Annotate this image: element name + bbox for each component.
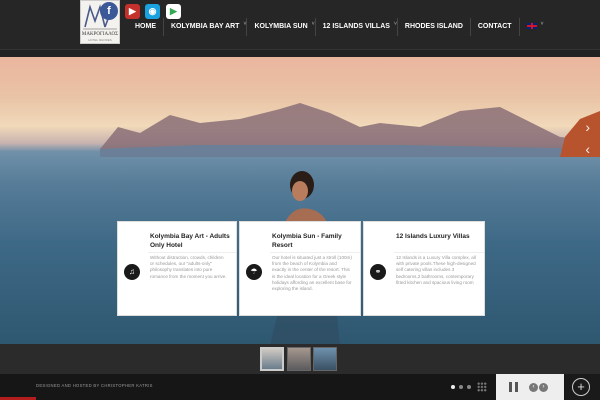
card-title[interactable]: Kolymbia Bay Art - Adults Only Hotel: [150, 232, 231, 250]
slider-prev-arrow[interactable]: ‹: [585, 141, 590, 157]
nav-item-12-islands-villas[interactable]: 12 ISLANDS VILLAS: [316, 15, 398, 36]
logo-subtitle: HOTEL RHODES: [88, 38, 112, 42]
pagination-dot[interactable]: [459, 385, 463, 389]
top-bar: ΜΑΚΡΟΓΙΑΛΟΣ HOTEL RHODES f ▶ ◉ ▶ HOME KO…: [0, 0, 600, 50]
slider-thumbnails: [0, 344, 600, 374]
nav-item-rhodes-island[interactable]: RHODES ISLAND: [398, 18, 470, 36]
facebook-icon[interactable]: f: [100, 2, 118, 20]
google-play-icon[interactable]: ▶: [166, 4, 181, 19]
card-12-islands-villas[interactable]: 12 Islands Luxury Villas ⚭ 12 Islands is…: [363, 221, 485, 316]
next-slide-button[interactable]: ›: [539, 383, 548, 392]
card-divider: [270, 252, 360, 253]
plus-icon[interactable]: +: [572, 378, 590, 396]
youtube-icon[interactable]: ▶: [125, 4, 140, 19]
uk-flag-icon: [526, 23, 537, 30]
card-description: Our hotel is situated just a stroll (100…: [272, 255, 352, 292]
slider-controls: ‹ ›: [496, 374, 564, 400]
tripadvisor-glyph: ◉: [148, 6, 157, 16]
card-description: Without distraction, crowds, children or…: [150, 255, 227, 279]
umbrella-icon: ☂: [246, 264, 262, 280]
slide-thumbnail[interactable]: [260, 347, 284, 371]
slide-thumbnail[interactable]: [287, 347, 311, 371]
nav-item-home[interactable]: HOME: [128, 18, 163, 36]
tripadvisor-icon[interactable]: ◉: [145, 4, 160, 19]
footer-credit[interactable]: DESIGNED AND HOSTED BY CHRISTOPHER KATRI…: [36, 383, 153, 388]
youtube-glyph: ▶: [129, 6, 136, 16]
card-title[interactable]: Kolymbia Sun - Family Resort: [272, 232, 355, 250]
slide-thumbnail[interactable]: [313, 347, 337, 371]
pagination-dot[interactable]: [451, 385, 455, 389]
language-selector[interactable]: [520, 15, 544, 36]
pause-icon[interactable]: [509, 382, 518, 392]
slider-next-arrow[interactable]: ›: [585, 119, 590, 135]
slider-pagination: [451, 385, 471, 389]
card-kolymbia-bay-art[interactable]: Kolymbia Bay Art - Adults Only Hotel ♫ W…: [117, 221, 237, 316]
nav-item-kolymbia-sun[interactable]: KOLYMBIA SUN: [247, 15, 314, 36]
google-play-glyph: ▶: [170, 6, 177, 16]
pagination-dot[interactable]: [467, 385, 471, 389]
card-divider: [148, 252, 236, 253]
hero-background-image: [100, 103, 600, 157]
card-description: 12 Islands is a Luxury Villa complex, al…: [396, 255, 476, 285]
nav-item-kolymbia-bay-art[interactable]: KOLYMBIA BAY ART: [164, 15, 247, 36]
prev-slide-button[interactable]: ‹: [529, 383, 538, 392]
music-note-icon: ♫: [124, 264, 140, 280]
expand-panel: +: [565, 374, 600, 400]
card-title[interactable]: 12 Islands Luxury Villas: [396, 232, 479, 241]
card-kolymbia-sun[interactable]: Kolymbia Sun - Family Resort ☂ Our hotel…: [239, 221, 361, 316]
facebook-glyph: f: [107, 5, 111, 17]
logo-text: ΜΑΚΡΟΓΙΑΛΟΣ: [81, 32, 119, 37]
card-divider: [394, 252, 484, 253]
grid-icon[interactable]: [477, 382, 487, 392]
main-nav: HOME KOLYMBIA BAY ART KOLYMBIA SUN 12 IS…: [128, 15, 544, 36]
nav-item-contact[interactable]: CONTACT: [471, 18, 519, 36]
footer: DESIGNED AND HOSTED BY CHRISTOPHER KATRI…: [0, 374, 600, 400]
link-icon: ⚭: [370, 264, 386, 280]
